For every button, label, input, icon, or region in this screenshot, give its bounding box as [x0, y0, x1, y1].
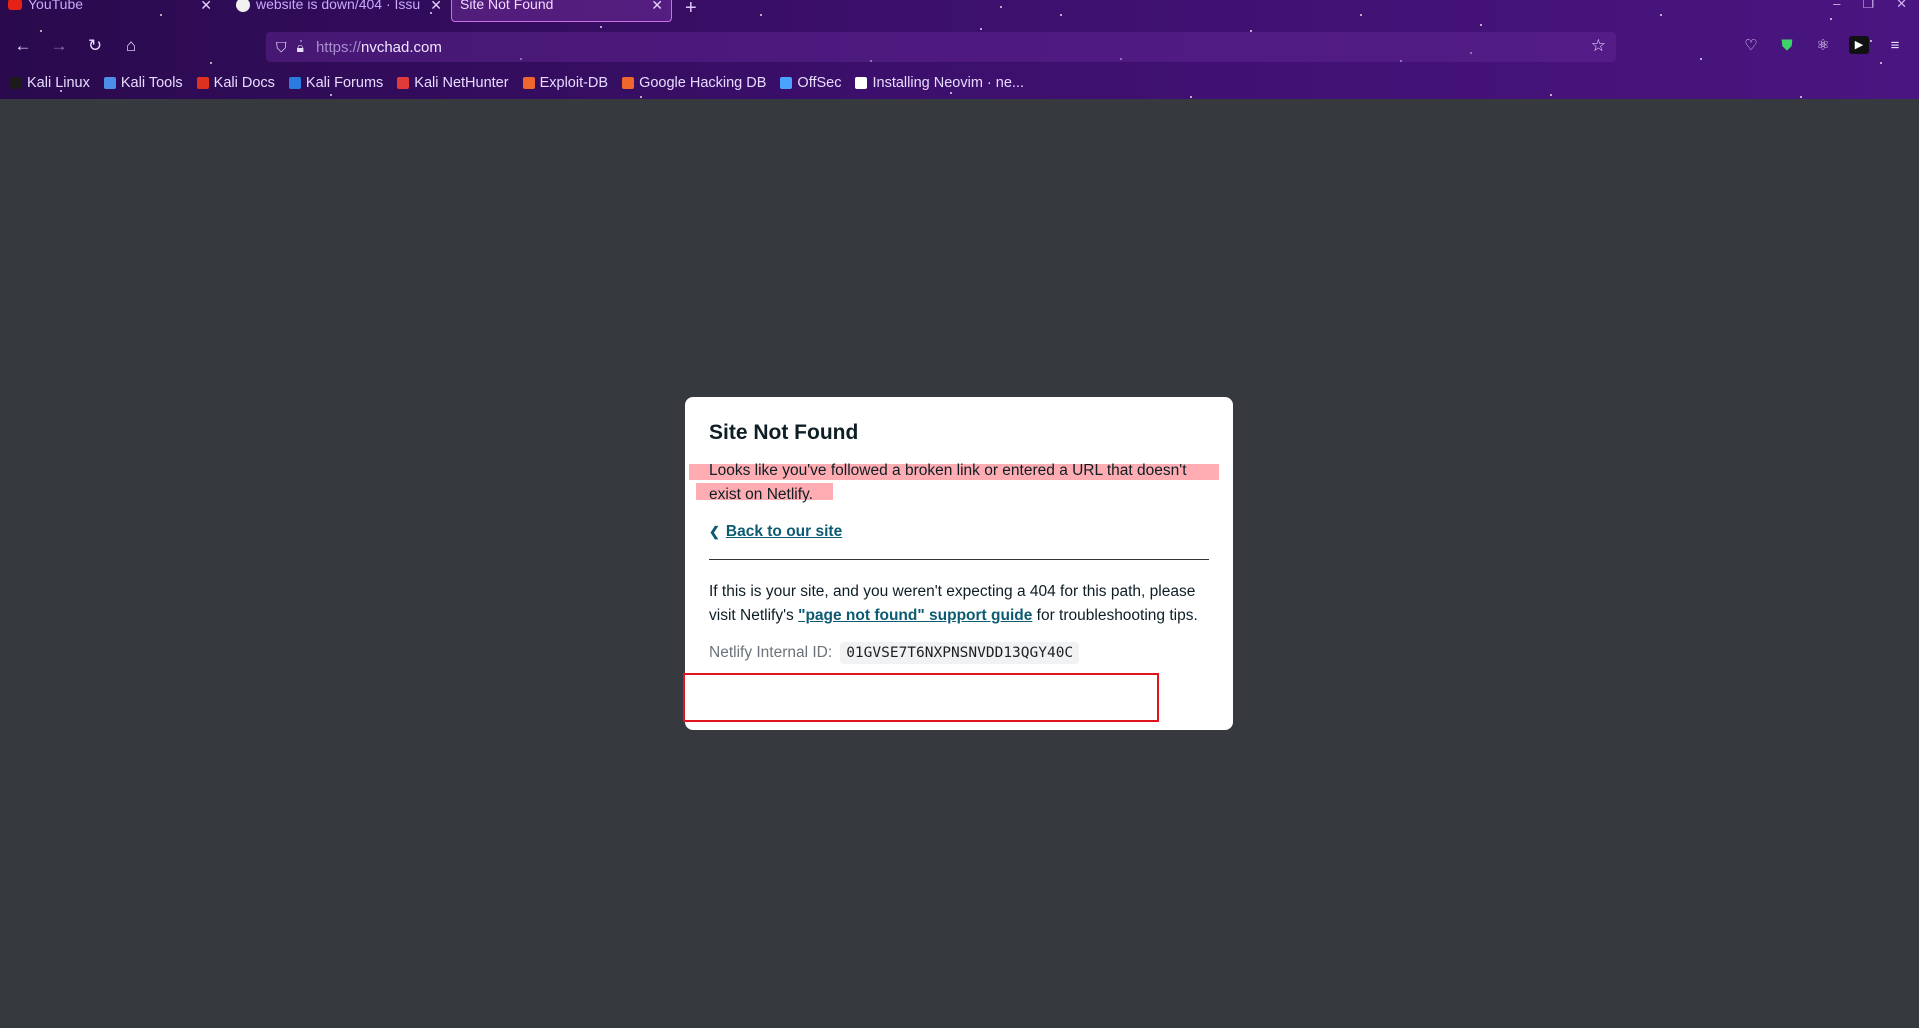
star-dot — [1190, 96, 1192, 98]
play-extension-icon[interactable]: ▶ — [1849, 36, 1869, 54]
home-icon[interactable]: ⌂ — [120, 36, 142, 56]
tab-site-not-found[interactable]: Site Not Found ✕ — [451, 0, 672, 22]
bookmark-item[interactable]: Exploit-DB — [522, 75, 609, 91]
menu-icon[interactable]: ≡ — [1885, 37, 1905, 54]
bookmark-favicon-icon — [855, 77, 868, 89]
back-arrow-icon[interactable]: ← — [12, 36, 34, 56]
tab-title: YouTube — [28, 0, 84, 12]
internal-id-label: Netlify Internal ID: — [709, 644, 833, 661]
page-title: Site Not Found — [709, 421, 859, 444]
help-suffix: for troubleshooting tips. — [1032, 607, 1198, 624]
tab-bar: YouTube ✕ website is down/404 · Issu ✕ S… — [0, 0, 1919, 22]
bookmarks-toolbar: Kali Linux Kali Tools Kali Docs Kali Forums… — [10, 72, 1024, 94]
bookmark-item[interactable]: Kali Linux — [10, 75, 90, 91]
internal-id-row: Netlify Internal ID: 01GVSE7T6NXPNSNVDD1… — [709, 642, 1209, 664]
star-dot — [330, 94, 332, 96]
reload-icon[interactable]: ↻ — [84, 36, 106, 56]
url-domain: nvchad.com — [360, 38, 442, 56]
browser-chrome: YouTube ✕ website is down/404 · Issu ✕ S… — [0, 0, 1919, 99]
star-dot — [600, 26, 602, 28]
bookmark-label: Google Hacking DB — [639, 75, 767, 91]
bookmark-label: OffSec — [797, 75, 842, 91]
url-protocol: https:// — [315, 38, 361, 56]
shield-outline-icon[interactable]: ⛉ — [276, 39, 287, 56]
bookmark-label: Exploit-DB — [539, 75, 609, 91]
bookmark-label: Installing Neovim · ne... — [872, 75, 1024, 91]
tab-github-issue[interactable]: website is down/404 · Issu ✕ — [228, 0, 450, 22]
annotation-box — [683, 673, 1159, 722]
back-to-site-link[interactable]: Back to our site — [726, 523, 842, 541]
toolbar-extensions: ♡ ⛊ ⚛ ▶ ≡ — [1741, 36, 1905, 54]
close-icon[interactable]: ✕ — [651, 0, 663, 14]
bookmark-star-icon[interactable]: ☆ — [1591, 36, 1606, 56]
url-bar[interactable]: ⛉ 🔒︎ https://nvchad.com ☆ — [266, 32, 1616, 62]
star-dot — [1800, 96, 1802, 98]
internal-id-value: 01GVSE7T6NXPNSNVDD13QGY40C — [840, 642, 1080, 664]
star-dot — [640, 96, 642, 98]
close-icon[interactable]: ✕ — [200, 0, 212, 14]
bookmark-favicon-icon — [103, 77, 116, 89]
url-text[interactable]: https://nvchad.com — [316, 39, 442, 56]
star-dot — [1360, 14, 1362, 16]
navigation-bar: ← → ↻ ⌂ ⛉ 🔒︎ https://nvchad.com ☆ ♡ ⛊ ⚛ … — [0, 30, 1919, 64]
bookmark-item[interactable]: Installing Neovim · ne... — [855, 75, 1024, 91]
react-devtools-icon[interactable]: ⚛ — [1813, 36, 1833, 54]
lock-icon[interactable]: 🔒︎ — [297, 39, 304, 56]
restore-icon[interactable]: ❐ — [1862, 0, 1874, 12]
window-controls: – ❐ ✕ — [1833, 0, 1907, 12]
bookmark-favicon-icon — [196, 77, 209, 89]
bookmark-label: Kali Docs — [213, 75, 275, 91]
star-dot — [1830, 18, 1832, 20]
star-dot — [760, 14, 762, 16]
bookmark-item[interactable]: OffSec — [780, 75, 841, 91]
tab-title: website is down/404 · Issu — [256, 0, 421, 12]
divider — [709, 559, 1209, 560]
bookmark-label: Kali Tools — [120, 75, 183, 91]
bookmark-label: Kali Linux — [27, 75, 90, 91]
forward-arrow-icon[interactable]: → — [48, 36, 70, 56]
pocket-icon[interactable]: ♡ — [1741, 36, 1761, 54]
new-tab-button[interactable]: + — [685, 0, 697, 20]
star-dot — [1060, 14, 1062, 16]
error-card: Site Not Found Looks like you've followe… — [683, 397, 1233, 730]
youtube-icon — [8, 0, 22, 10]
github-icon — [236, 0, 250, 12]
bookmark-item[interactable]: Kali Forums — [288, 75, 384, 91]
ublock-shield-icon[interactable]: ⛊ — [1777, 37, 1797, 54]
close-icon[interactable]: ✕ — [430, 0, 442, 14]
bookmark-favicon-icon — [522, 77, 535, 89]
minimize-icon[interactable]: – — [1833, 0, 1840, 12]
support-guide-link[interactable]: "page not found" support guide — [798, 607, 1032, 624]
bookmark-label: Kali NetHunter — [414, 75, 509, 91]
bookmark-favicon-icon — [780, 77, 793, 89]
bookmark-item[interactable]: Google Hacking DB — [622, 75, 766, 91]
bookmark-label: Kali Forums — [305, 75, 384, 91]
bookmark-item[interactable]: Kali NetHunter — [397, 75, 509, 91]
bookmark-favicon-icon — [288, 77, 301, 89]
bookmark-favicon-icon — [10, 77, 22, 89]
bookmark-item[interactable]: Kali Tools — [103, 75, 183, 91]
tab-title: Site Not Found — [460, 0, 554, 12]
bookmark-item[interactable]: Kali Docs — [196, 75, 275, 91]
error-description: Looks like you've followed a broken link… — [689, 459, 1219, 507]
close-window-icon[interactable]: ✕ — [1896, 0, 1907, 12]
tab-youtube[interactable]: YouTube ✕ — [0, 0, 220, 22]
chevron-left-icon: ❮ — [709, 524, 720, 539]
star-dot — [1480, 24, 1482, 26]
star-dot — [1550, 94, 1552, 96]
bookmark-favicon-icon — [397, 77, 410, 89]
back-link-row: ❮ Back to our site — [709, 523, 1209, 541]
star-dot — [1660, 14, 1662, 16]
bookmark-favicon-icon — [622, 77, 635, 89]
help-text: If this is your site, and you weren't ex… — [709, 580, 1209, 628]
